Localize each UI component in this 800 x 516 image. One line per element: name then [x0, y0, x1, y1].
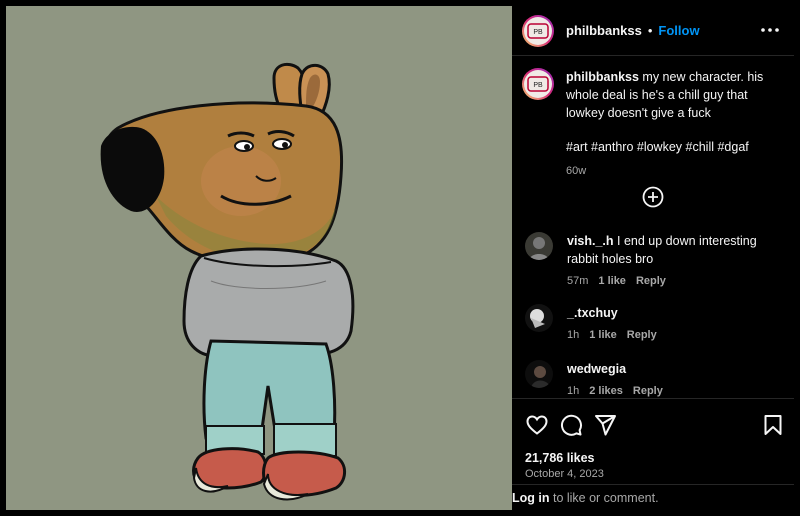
comment-item: wedwegia 1h 2 likes Reply: [525, 360, 790, 400]
send-icon[interactable]: [593, 413, 617, 437]
login-link[interactable]: Log in: [512, 491, 550, 505]
author-logo-icon: PB: [527, 22, 549, 39]
post-caption: PB philbbankss my new character. his who…: [522, 68, 787, 180]
post-date: October 4, 2023: [525, 468, 604, 480]
likes-count[interactable]: 21,786 likes: [525, 451, 595, 465]
caption-author-avatar[interactable]: PB: [522, 68, 554, 100]
add-circle-icon[interactable]: [642, 186, 664, 208]
commenter-avatar[interactable]: [525, 360, 553, 388]
author-logo-icon: PB: [527, 76, 549, 92]
post-header: PB philbbankss • Follow: [512, 6, 794, 56]
post-viewer: PB philbbankss • Follow PB philbbankss m…: [0, 0, 800, 516]
chill-guy-illustration: [100, 62, 355, 501]
svg-text:PB: PB: [533, 29, 543, 36]
commenter-username[interactable]: vish._.h: [567, 234, 614, 248]
author-avatar[interactable]: PB: [522, 14, 554, 47]
bookmark-icon[interactable]: [761, 413, 785, 437]
reply-button[interactable]: Reply: [636, 272, 666, 290]
svg-text:PB: PB: [533, 82, 543, 89]
commenter-avatar[interactable]: [525, 232, 553, 260]
caption-time: 60w: [566, 165, 587, 177]
heart-icon[interactable]: [525, 413, 549, 437]
login-prompt: Log in to like or comment.: [512, 484, 794, 510]
caption-hashtags[interactable]: #art #anthro #lowkey #chill #dgaf: [566, 138, 784, 156]
comment-likes[interactable]: 1 like: [589, 326, 617, 344]
comment-item: vish._.h I end up down interesting rabbi…: [525, 232, 790, 290]
caption-body: philbbankss my new character. his whole …: [566, 68, 784, 180]
comment-item: _.txchuy 1h 1 like Reply: [525, 304, 790, 344]
author-username[interactable]: philbbankss: [566, 23, 642, 38]
login-prompt-text: to like or comment.: [549, 491, 659, 505]
post-image[interactable]: [6, 6, 512, 510]
follow-button[interactable]: Follow: [658, 23, 699, 38]
comment-likes[interactable]: 1 like: [598, 272, 626, 290]
post-details-panel: PB philbbankss • Follow PB philbbankss m…: [512, 6, 794, 510]
commenter-username[interactable]: wedwegia: [567, 362, 626, 376]
header-separator: •: [647, 23, 653, 38]
comment-icon[interactable]: [559, 413, 583, 437]
reply-button[interactable]: Reply: [627, 326, 657, 344]
comment-time: 57m: [567, 275, 589, 287]
caption-username[interactable]: philbbankss: [566, 70, 639, 84]
commenter-avatar[interactable]: [525, 304, 553, 332]
commenter-username[interactable]: _.txchuy: [567, 306, 618, 320]
comment-time: 1h: [567, 329, 580, 341]
more-options-icon[interactable]: [760, 20, 780, 40]
